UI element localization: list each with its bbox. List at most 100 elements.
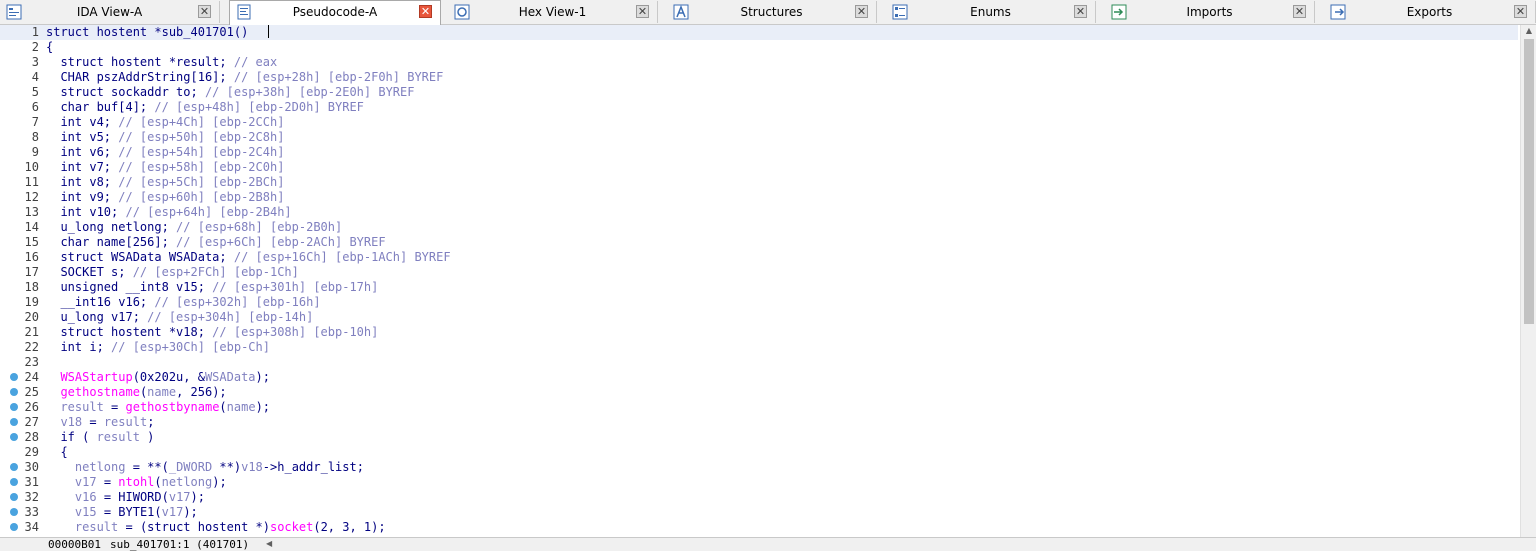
code-text[interactable]: if ( result ) (46, 430, 154, 445)
code-line[interactable]: 25 gethostname(name, 256); (0, 385, 1518, 400)
code-token: = (struct hostent *) (118, 520, 270, 534)
code-line[interactable]: 11 int v8; // [esp+5Ch] [ebp-2BCh] (0, 175, 1518, 190)
tab-imports[interactable]: Imports ✕ (1105, 1, 1315, 23)
code-text[interactable]: int v7; // [esp+58h] [ebp-2C0h] (46, 160, 284, 175)
code-line[interactable]: 13 int v10; // [esp+64h] [ebp-2B4h] (0, 205, 1518, 220)
code-text[interactable]: result = gethostbyname(name); (46, 400, 270, 415)
close-icon[interactable]: ✕ (1514, 5, 1527, 18)
code-token: = (96, 475, 119, 489)
close-icon[interactable]: ✕ (198, 5, 211, 18)
code-variable: WSAData (204, 370, 256, 384)
code-line[interactable]: 7 int v4; // [esp+4Ch] [ebp-2CCh] (0, 115, 1518, 130)
code-text[interactable]: int v10; // [esp+64h] [ebp-2B4h] (46, 205, 291, 220)
code-text[interactable]: struct hostent *sub_401701() (46, 25, 270, 40)
code-text[interactable]: v15 = BYTE1(v17); (46, 505, 198, 520)
code-line[interactable]: 30 netlong = **(_DWORD **)v18->h_addr_li… (0, 460, 1518, 475)
code-line[interactable]: 32 v16 = HIWORD(v17); (0, 490, 1518, 505)
code-text[interactable]: u_long v17; // [esp+304h] [ebp-14h] (46, 310, 313, 325)
code-token: int v7; (46, 160, 119, 174)
code-text[interactable]: unsigned __int8 v15; // [esp+301h] [ebp-… (46, 280, 378, 295)
tab-label: Imports (1186, 5, 1233, 19)
code-line[interactable]: 1 struct hostent *sub_401701() (0, 25, 1518, 40)
code-text[interactable]: struct WSAData WSAData; // [esp+16Ch] [e… (46, 250, 450, 265)
code-line[interactable]: 19 __int16 v16; // [esp+302h] [ebp-16h] (0, 295, 1518, 310)
code-text[interactable]: { (46, 40, 53, 55)
tab-ida-view-a[interactable]: IDA View-A ✕ (0, 1, 220, 23)
code-comment: // [esp+30Ch] [ebp-Ch] (111, 340, 270, 354)
code-text[interactable]: struct hostent *result; // eax (46, 55, 277, 70)
code-line[interactable]: 20 u_long v17; // [esp+304h] [ebp-14h] (0, 310, 1518, 325)
code-line[interactable]: 4 CHAR pszAddrString[16]; // [esp+28h] [… (0, 70, 1518, 85)
tab-hex-view-1[interactable]: Hex View-1 ✕ (448, 1, 658, 23)
code-line[interactable]: 21 struct hostent *v18; // [esp+308h] [e… (0, 325, 1518, 340)
code-text[interactable]: SOCKET s; // [esp+2FCh] [ebp-1Ch] (46, 265, 298, 280)
code-line[interactable]: 26 result = gethostbyname(name); (0, 400, 1518, 415)
code-line[interactable]: 6 char buf[4]; // [esp+48h] [ebp-2D0h] B… (0, 100, 1518, 115)
code-text[interactable]: struct sockaddr to; // [esp+38h] [ebp-2E… (46, 85, 414, 100)
tab-exports[interactable]: Exports ✕ (1324, 1, 1536, 23)
close-icon[interactable]: ✕ (636, 5, 649, 18)
code-text[interactable]: v17 = ntohl(netlong); (46, 475, 227, 490)
code-text[interactable]: netlong = **(_DWORD **)v18->h_addr_list; (46, 460, 364, 475)
code-line[interactable]: 8 int v5; // [esp+50h] [ebp-2C8h] (0, 130, 1518, 145)
code-line[interactable]: 29 { (0, 445, 1518, 460)
scroll-left-arrow-icon[interactable]: ◀ (266, 538, 272, 550)
scrollbar-thumb[interactable] (1524, 39, 1534, 324)
code-text[interactable]: int v5; // [esp+50h] [ebp-2C8h] (46, 130, 284, 145)
code-text[interactable]: int i; // [esp+30Ch] [ebp-Ch] (46, 340, 270, 355)
tab-pseudocode-a[interactable]: Pseudocode-A ✕ (229, 0, 441, 25)
close-icon[interactable]: ✕ (855, 5, 868, 18)
vertical-scrollbar[interactable]: ▲ (1520, 25, 1536, 537)
line-number: 27 (24, 415, 39, 429)
code-line[interactable]: 33 v15 = BYTE1(v17); (0, 505, 1518, 520)
code-line[interactable]: 12 int v9; // [esp+60h] [ebp-2B8h] (0, 190, 1518, 205)
code-text[interactable]: struct hostent *v18; // [esp+308h] [ebp-… (46, 325, 378, 340)
tab-structures[interactable]: Structures ✕ (667, 1, 877, 23)
code-text[interactable]: v16 = HIWORD(v17); (46, 490, 205, 505)
code-text[interactable]: v18 = result; (46, 415, 154, 430)
code-comment: // [esp+304h] [ebp-14h] (147, 310, 314, 324)
code-line[interactable]: 3 struct hostent *result; // eax (0, 55, 1518, 70)
code-line[interactable]: 28 if ( result ) (0, 430, 1518, 445)
code-text[interactable]: int v9; // [esp+60h] [ebp-2B8h] (46, 190, 284, 205)
close-icon[interactable]: ✕ (1074, 5, 1087, 18)
code-text[interactable]: int v4; // [esp+4Ch] [ebp-2CCh] (46, 115, 284, 130)
code-line[interactable]: 15 char name[256]; // [esp+6Ch] [ebp-2AC… (0, 235, 1518, 250)
code-line[interactable]: 27 v18 = result; (0, 415, 1518, 430)
code-line[interactable]: 10 int v7; // [esp+58h] [ebp-2C0h] (0, 160, 1518, 175)
code-variable: v18 (241, 460, 263, 474)
code-line[interactable]: 17 SOCKET s; // [esp+2FCh] [ebp-1Ch] (0, 265, 1518, 280)
code-line[interactable]: 9 int v6; // [esp+54h] [ebp-2C4h] (0, 145, 1518, 160)
code-text[interactable]: u_long netlong; // [esp+68h] [ebp-2B0h] (46, 220, 342, 235)
tab-enums[interactable]: Enums ✕ (886, 1, 1096, 23)
code-text[interactable]: gethostname(name, 256); (46, 385, 226, 400)
code-line[interactable]: 24 WSAStartup(0x202u, &WSAData); (0, 370, 1518, 385)
code-text[interactable]: char name[256]; // [esp+6Ch] [ebp-2ACh] … (46, 235, 385, 250)
code-line[interactable]: 31 v17 = ntohl(netlong); (0, 475, 1518, 490)
code-line[interactable]: 14 u_long netlong; // [esp+68h] [ebp-2B0… (0, 220, 1518, 235)
code-line[interactable]: 34 result = (struct hostent *)socket(2, … (0, 520, 1518, 535)
code-text[interactable]: int v6; // [esp+54h] [ebp-2C4h] (46, 145, 284, 160)
code-line[interactable]: 2{ (0, 40, 1518, 55)
code-text[interactable]: { (46, 445, 67, 460)
code-text[interactable]: char buf[4]; // [esp+48h] [ebp-2D0h] BYR… (46, 100, 363, 115)
line-number: 29 (24, 445, 39, 459)
code-text[interactable]: CHAR pszAddrString[16]; // [esp+28h] [eb… (46, 70, 443, 85)
pseudocode-editor[interactable]: 1 struct hostent *sub_401701() 2{3 struct … (0, 25, 1520, 537)
scroll-up-arrow-icon[interactable]: ▲ (1521, 25, 1536, 37)
close-icon[interactable]: ✕ (1293, 5, 1306, 18)
code-line[interactable]: 23 (0, 355, 1518, 370)
code-text[interactable]: result = (struct hostent *)socket(2, 3, … (46, 520, 386, 535)
code-line[interactable]: 5 struct sockaddr to; // [esp+38h] [ebp-… (0, 85, 1518, 100)
horizontal-scrollbar[interactable]: ◀ (262, 538, 1520, 550)
close-icon[interactable]: ✕ (419, 5, 432, 18)
line-number: 30 (24, 460, 39, 474)
code-text[interactable]: WSAStartup(0x202u, &WSAData); (46, 370, 270, 385)
code-line[interactable]: 16 struct WSAData WSAData; // [esp+16Ch]… (0, 250, 1518, 265)
code-text[interactable]: __int16 v16; // [esp+302h] [ebp-16h] (46, 295, 321, 310)
code-comment: // [esp+302h] [ebp-16h] (154, 295, 321, 309)
code-text[interactable]: int v8; // [esp+5Ch] [ebp-2BCh] (46, 175, 284, 190)
code-line[interactable]: 22 int i; // [esp+30Ch] [ebp-Ch] (0, 340, 1518, 355)
code-line[interactable]: 18 unsigned __int8 v15; // [esp+301h] [e… (0, 280, 1518, 295)
